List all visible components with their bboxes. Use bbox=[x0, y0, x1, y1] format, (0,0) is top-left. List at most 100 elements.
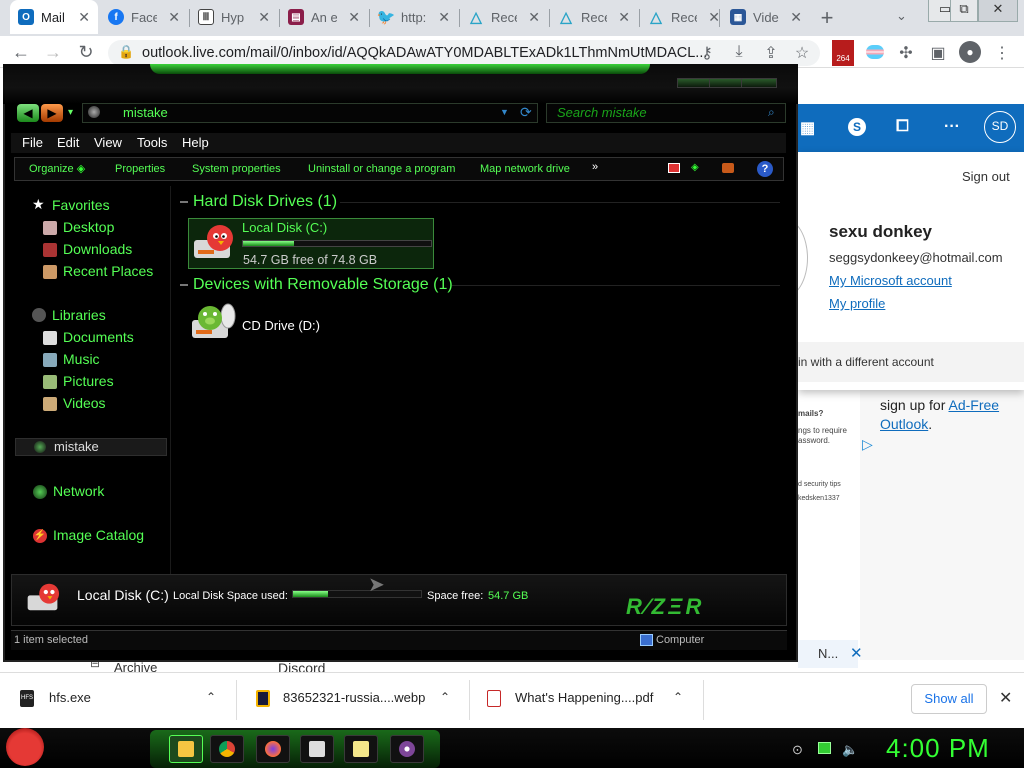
chevron-up-icon[interactable]: ⌃ bbox=[440, 690, 450, 704]
nav-image-catalog[interactable]: Image Catalog bbox=[53, 527, 144, 543]
refresh-icon[interactable]: ⟳ bbox=[520, 104, 532, 121]
close-icon[interactable]: ✕ bbox=[999, 688, 1012, 708]
system-properties-button[interactable]: System properties bbox=[192, 158, 281, 180]
close-window-button[interactable]: ✕ bbox=[978, 0, 1018, 22]
address-dropdown-icon[interactable]: ▼ bbox=[500, 107, 509, 117]
tab-vide[interactable]: ▦ Vide ✕ bbox=[722, 0, 810, 34]
nav-videos[interactable]: Videos bbox=[63, 395, 106, 411]
close-icon[interactable]: ✕ bbox=[162, 9, 180, 26]
tray-arrow-icon[interactable]: ⊙ bbox=[792, 742, 803, 758]
view-options-icon[interactable] bbox=[668, 163, 680, 173]
tab-twitter[interactable]: 🐦 http: ✕ bbox=[370, 0, 458, 34]
nav-libraries[interactable]: Libraries bbox=[52, 307, 106, 323]
view-dropdown-icon[interactable]: ◈ bbox=[691, 162, 699, 173]
taskbar-explorer[interactable] bbox=[169, 735, 203, 763]
help-icon[interactable]: ? bbox=[757, 161, 773, 177]
tab-mail[interactable]: O Mail ✕ bbox=[10, 0, 98, 34]
nav-favorites[interactable]: Favorites bbox=[52, 197, 110, 213]
menu-tools[interactable]: Tools bbox=[137, 133, 167, 153]
cd-drive-item[interactable]: CD Drive (D:) bbox=[242, 318, 320, 333]
nav-network[interactable]: Network bbox=[53, 483, 104, 499]
menu-help[interactable]: Help bbox=[182, 133, 209, 153]
nav-desktop[interactable]: Desktop bbox=[63, 219, 114, 235]
nav-pictures[interactable]: Pictures bbox=[63, 373, 114, 389]
organize-button[interactable]: Organize ◈ bbox=[29, 158, 85, 180]
menu-edit[interactable]: Edit bbox=[57, 133, 79, 153]
tab-facebook[interactable]: f Face ✕ bbox=[100, 0, 188, 34]
download-item-pdf[interactable]: What's Happening....pdf bbox=[515, 690, 653, 705]
office-icon[interactable]: ⧠ bbox=[896, 118, 909, 136]
download-item-hfs[interactable]: hfs.exe bbox=[49, 690, 91, 705]
map-network-drive-button[interactable]: Map network drive bbox=[480, 158, 570, 180]
skype-icon[interactable]: S bbox=[848, 118, 866, 136]
close-icon[interactable]: ✕ bbox=[522, 9, 540, 26]
explorer-forward-button[interactable]: ▶ bbox=[41, 104, 63, 122]
search-icon[interactable]: ⌕ bbox=[768, 105, 775, 120]
menu-file[interactable]: File bbox=[22, 133, 43, 153]
outlook-link[interactable]: Outlook bbox=[880, 416, 928, 432]
lock-icon[interactable]: 🔒 bbox=[118, 44, 134, 60]
uninstall-program-button[interactable]: Uninstall or change a program bbox=[308, 158, 455, 180]
tray-app-icon[interactable] bbox=[818, 742, 831, 754]
n-button[interactable]: N... bbox=[798, 640, 858, 668]
my-account-link[interactable]: My Microsoft account bbox=[829, 273, 952, 288]
download-item-webp[interactable]: 83652321-russia....webp bbox=[283, 690, 425, 705]
share-icon[interactable]: ⇪ bbox=[761, 43, 781, 63]
tab-an-e[interactable]: ▤ An e ✕ bbox=[280, 0, 368, 34]
side-panel-icon[interactable]: ▣ bbox=[928, 43, 948, 63]
taskbar-firefox[interactable] bbox=[256, 735, 290, 763]
close-icon[interactable]: ✕ bbox=[72, 9, 90, 26]
clock[interactable]: 4:00 PM bbox=[886, 733, 990, 764]
history-dropdown-icon[interactable]: ▾ bbox=[68, 107, 73, 118]
tab-rece-2[interactable]: △ Rece ✕ bbox=[550, 0, 638, 34]
chevron-up-icon[interactable]: ⌃ bbox=[673, 690, 683, 704]
restore-button[interactable]: ⧉ bbox=[950, 0, 978, 22]
sign-out-link[interactable]: Sign out bbox=[962, 169, 1010, 184]
tab-hyp[interactable]: Ⅲ Hyp ✕ bbox=[190, 0, 278, 34]
extension-badge[interactable]: 264 bbox=[832, 40, 854, 66]
key-icon[interactable]: ⚷ bbox=[697, 43, 717, 63]
properties-button[interactable]: Properties bbox=[115, 158, 165, 180]
taskbar-chrome[interactable] bbox=[210, 735, 244, 763]
more-options-icon[interactable]: ··· bbox=[944, 118, 960, 136]
my-profile-link[interactable]: My profile bbox=[829, 296, 885, 311]
apps-grid-icon[interactable]: ▦ bbox=[800, 118, 815, 138]
forward-icon[interactable]: → bbox=[42, 42, 64, 63]
nav-recent-places[interactable]: Recent Places bbox=[63, 263, 153, 279]
explorer-search-input[interactable]: Search mistake bbox=[546, 103, 786, 123]
preview-pane-icon[interactable] bbox=[722, 163, 734, 173]
new-tab-button[interactable]: + bbox=[816, 5, 838, 31]
taskbar-app-4[interactable] bbox=[300, 735, 334, 763]
start-button-angry-bird-icon[interactable] bbox=[6, 728, 44, 766]
ad-free-link[interactable]: Ad-Free bbox=[949, 397, 1000, 413]
chevron-up-icon[interactable]: ⌃ bbox=[206, 690, 216, 704]
taskbar-tor[interactable] bbox=[390, 735, 424, 763]
explorer-back-button[interactable]: ◀ bbox=[17, 104, 39, 122]
explorer-close-button[interactable] bbox=[741, 78, 777, 88]
group-collapse-icon[interactable] bbox=[180, 284, 188, 286]
tab-search-icon[interactable]: ⌄ bbox=[896, 8, 907, 24]
menu-kebab-icon[interactable]: ⋮ bbox=[992, 43, 1012, 63]
profile-avatar[interactable]: ● bbox=[959, 41, 981, 63]
close-icon[interactable]: ✕ bbox=[612, 9, 630, 26]
account-avatar[interactable]: SD bbox=[984, 111, 1016, 143]
close-icon[interactable]: ✕ bbox=[342, 9, 360, 26]
group-removable-storage[interactable]: Devices with Removable Storage (1) bbox=[193, 276, 453, 294]
different-account-link[interactable]: in with a different account bbox=[798, 342, 1024, 382]
reload-icon[interactable]: ↻ bbox=[75, 42, 97, 63]
explorer-address-bar[interactable]: mistake bbox=[82, 103, 538, 123]
tab-rece-1[interactable]: △ Rece ✕ bbox=[460, 0, 548, 34]
bookmark-star-icon[interactable]: ☆ bbox=[792, 43, 812, 63]
group-collapse-icon[interactable] bbox=[180, 201, 188, 203]
puzzle-extensions-icon[interactable]: ✣ bbox=[896, 43, 916, 63]
explorer-maximize-button[interactable] bbox=[709, 78, 743, 88]
install-icon[interactable]: ⤓ bbox=[729, 43, 749, 61]
nav-downloads[interactable]: Downloads bbox=[63, 241, 132, 257]
close-icon[interactable]: ✕ bbox=[252, 9, 270, 26]
ad-choices-icon[interactable]: ▷ bbox=[862, 436, 873, 453]
taskbar-notepad[interactable] bbox=[344, 735, 378, 763]
back-icon[interactable]: ← bbox=[10, 42, 32, 63]
nav-documents[interactable]: Documents bbox=[63, 329, 134, 345]
more-commands-button[interactable]: » bbox=[592, 161, 598, 173]
group-hard-disk-drives[interactable]: Hard Disk Drives (1) bbox=[193, 193, 337, 211]
